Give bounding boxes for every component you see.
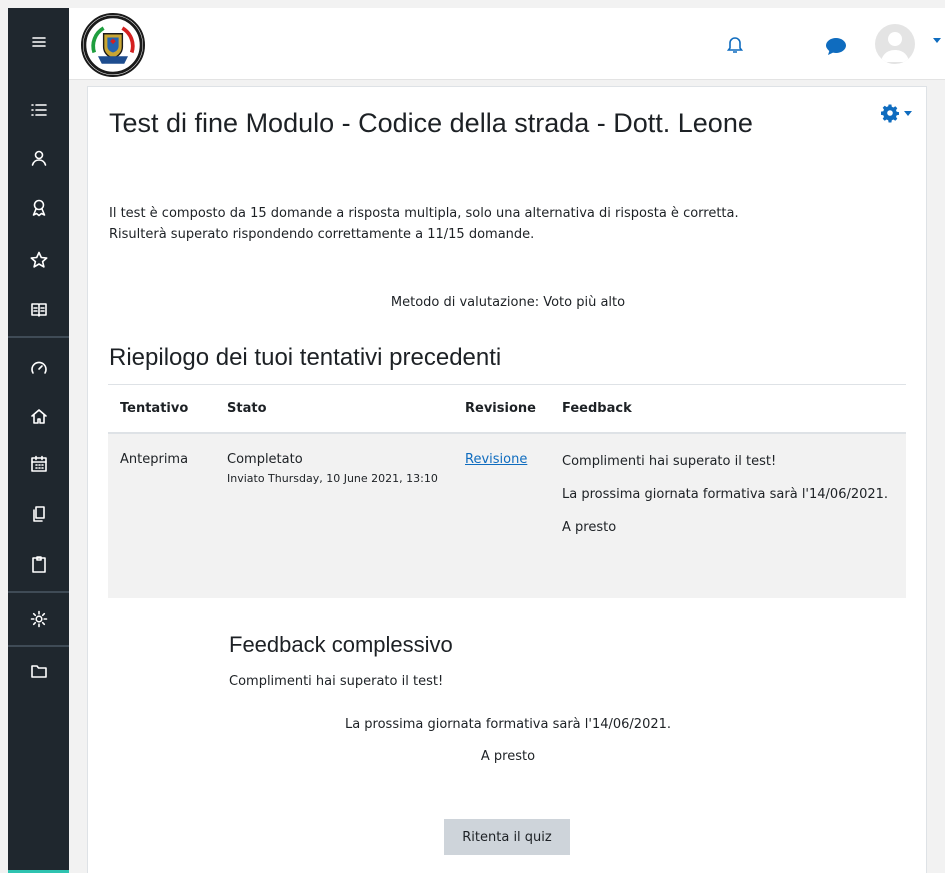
clipboard-icon[interactable] (8, 544, 69, 584)
state-value: Completato (227, 451, 303, 467)
quiz-intro: Il test è composto da 15 domande a rispo… (109, 203, 889, 245)
home-icon[interactable] (8, 396, 69, 436)
attempt-cell: Anteprima (108, 432, 215, 598)
column-header-feedback: Feedback (550, 384, 906, 434)
feedback-line: A presto (562, 519, 617, 535)
star-icon[interactable] (8, 240, 69, 280)
column-header-attempt: Tentativo (108, 384, 215, 434)
review-cell: Revisione (453, 432, 550, 598)
grading-method: Metodo di valutazione: Voto più alto (390, 295, 626, 310)
overall-feedback-line: La prossima giornata formativa sarà l'14… (344, 717, 672, 732)
page-title: Test di fine Modulo - Codice della strad… (109, 108, 753, 138)
retry-quiz-button[interactable]: Ritenta il quiz (444, 819, 570, 855)
folder-icon[interactable] (8, 651, 69, 691)
user-avatar[interactable] (875, 24, 915, 64)
nav-divider (8, 591, 69, 593)
intro-line: Il test è composto da 15 domande a rispo… (109, 206, 739, 221)
column-header-review: Revisione (453, 384, 550, 434)
site-logo[interactable] (81, 13, 145, 77)
top-navbar (69, 8, 945, 80)
user-menu-caret-icon[interactable] (933, 38, 941, 43)
table-row: Anteprima Completato Inviato Thursday, 1… (108, 432, 906, 598)
notification-bell-icon[interactable] (724, 33, 746, 55)
list-icon[interactable] (8, 90, 69, 130)
table-header-row: Tentativo Stato Revisione Feedback (108, 384, 906, 434)
overall-feedback-heading: Feedback complessivo (229, 632, 453, 657)
attempts-summary-heading: Riepilogo dei tuoi tentativi precedenti (109, 344, 502, 371)
dashboard-icon[interactable] (8, 348, 69, 388)
book-icon[interactable] (8, 290, 69, 330)
attempts-table: Tentativo Stato Revisione Feedback Antep… (108, 384, 906, 598)
files-icon[interactable] (8, 494, 69, 534)
feedback-line: La prossima giornata formativa sarà l'14… (562, 486, 889, 502)
column-header-state: Stato (215, 384, 453, 434)
user-icon[interactable] (8, 138, 69, 178)
badge-icon[interactable] (8, 188, 69, 228)
messages-icon[interactable] (825, 36, 847, 56)
intro-line: Risulterà superato rispondendo correttam… (109, 227, 535, 242)
feedback-cell: Complimenti hai superato il test! La pro… (550, 432, 906, 598)
nav-divider (8, 645, 69, 647)
overall-feedback-line: Complimenti hai superato il test! (229, 674, 444, 689)
state-cell: Completato Inviato Thursday, 10 June 202… (215, 432, 453, 598)
feedback-line: Complimenti hai superato il test! (562, 453, 777, 469)
settings-caret-icon (904, 110, 912, 116)
gear-icon (881, 104, 899, 123)
user-silhouette-icon (881, 32, 909, 62)
left-nav-drawer (8, 8, 69, 873)
review-link[interactable]: Revisione (465, 452, 527, 467)
menu-icon[interactable] (8, 22, 69, 62)
overall-feedback-line: A presto (480, 749, 536, 764)
crest-icon (83, 15, 143, 75)
cog-icon[interactable] (8, 599, 69, 639)
calendar-icon[interactable] (8, 444, 69, 484)
submitted-date: Inviato Thursday, 10 June 2021, 13:10 (227, 471, 438, 485)
nav-divider (8, 336, 69, 338)
main-content-card: Test di fine Modulo - Codice della strad… (87, 86, 927, 873)
quiz-settings-menu[interactable] (880, 101, 912, 125)
